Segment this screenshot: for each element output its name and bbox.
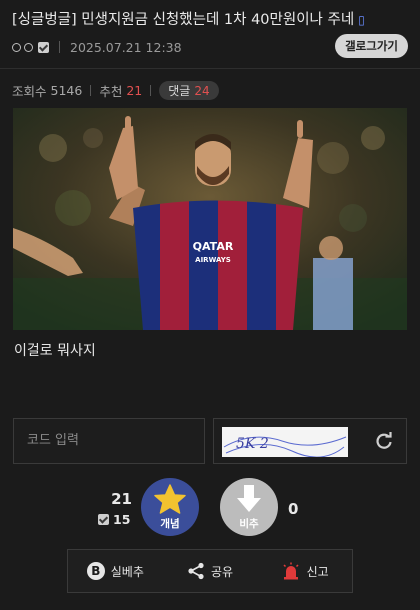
share-label: 공유 bbox=[210, 564, 234, 579]
post-body-text: 이걸로 뭐사지 bbox=[14, 343, 96, 359]
soccer-player-photo: QATAR AIRWAYS bbox=[13, 108, 407, 330]
downvote-button[interactable]: 비추 bbox=[220, 478, 278, 536]
upvote-count: 21 bbox=[111, 490, 132, 508]
stats-divider bbox=[90, 84, 92, 96]
stats-divider bbox=[150, 84, 152, 96]
share-button[interactable]: 공유 bbox=[163, 550, 258, 592]
views-count: 5146 bbox=[50, 82, 83, 98]
vote-area: 21 15 개념 비추 0 bbox=[0, 476, 420, 540]
views-label: 조회수 bbox=[12, 83, 47, 99]
comments-pill[interactable]: 댓글 24 bbox=[159, 80, 219, 100]
post-image: QATAR AIRWAYS bbox=[13, 108, 407, 330]
author-nick[interactable] bbox=[12, 41, 49, 53]
captcha-code-input[interactable]: 코드 입력 bbox=[13, 418, 205, 464]
star-icon bbox=[154, 484, 186, 514]
post-stats: 조회수 5146 추천 21 댓글 24 bbox=[12, 80, 219, 100]
silbe-b-icon: B bbox=[86, 562, 105, 580]
fixed-nick-badge-icon bbox=[38, 41, 49, 53]
post-title-text: [싱글벙글] 민생지원금 신청했는데 1차 40만원이나 주네 bbox=[12, 12, 355, 28]
share-icon bbox=[188, 562, 204, 580]
mobile-icon: ▯ bbox=[358, 13, 365, 27]
fixed-upvote-number: 15 bbox=[113, 512, 131, 527]
banner-line2: AIRWAYS bbox=[195, 256, 231, 264]
report-button[interactable]: 신고 bbox=[257, 550, 352, 592]
fixed-upvote-count: 15 bbox=[96, 512, 130, 527]
captcha-box: 5K 2 bbox=[213, 418, 407, 464]
comments-count: 24 bbox=[194, 83, 210, 98]
report-label: 신고 bbox=[306, 564, 329, 579]
refresh-icon[interactable] bbox=[374, 431, 394, 451]
comments-label: 댓글 bbox=[168, 83, 191, 98]
siren-icon bbox=[283, 562, 299, 580]
nick-circle-icon bbox=[24, 42, 33, 52]
arrow-down-icon bbox=[237, 485, 261, 512]
meta-divider bbox=[59, 41, 60, 53]
post-datetime: 2025.07.21 12:38 bbox=[70, 39, 182, 55]
captcha-image: 5K 2 bbox=[222, 427, 348, 457]
header-divider bbox=[0, 68, 420, 69]
silbe-label: 실베추 bbox=[110, 564, 144, 579]
upvote-button[interactable]: 개념 bbox=[141, 478, 199, 536]
fixed-nick-badge-icon bbox=[98, 514, 109, 525]
upvote-label: 개념 bbox=[160, 518, 180, 530]
nick-circle-icon bbox=[12, 42, 21, 52]
recommend-count: 21 bbox=[126, 82, 143, 98]
downvote-count: 0 bbox=[288, 500, 299, 518]
captcha-text: 5K 2 bbox=[236, 436, 269, 452]
silbe-recommend-button[interactable]: B 실베추 bbox=[68, 550, 163, 592]
post-action-bar: B 실베추 공유 신고 bbox=[67, 549, 353, 593]
post-header: [싱글벙글] 민생지원금 신청했는데 1차 40만원이나 주네 ▯ 2025.07… bbox=[0, 0, 420, 64]
recommend-label: 추천 bbox=[99, 83, 123, 99]
banner-line1: QATAR bbox=[193, 240, 234, 253]
gallog-button[interactable]: 갤로그가기 bbox=[335, 34, 408, 58]
post-meta: 2025.07.21 12:38 bbox=[12, 38, 182, 56]
post-title: [싱글벙글] 민생지원금 신청했는데 1차 40만원이나 주네 ▯ bbox=[12, 10, 410, 30]
downvote-label: 비추 bbox=[239, 518, 259, 530]
